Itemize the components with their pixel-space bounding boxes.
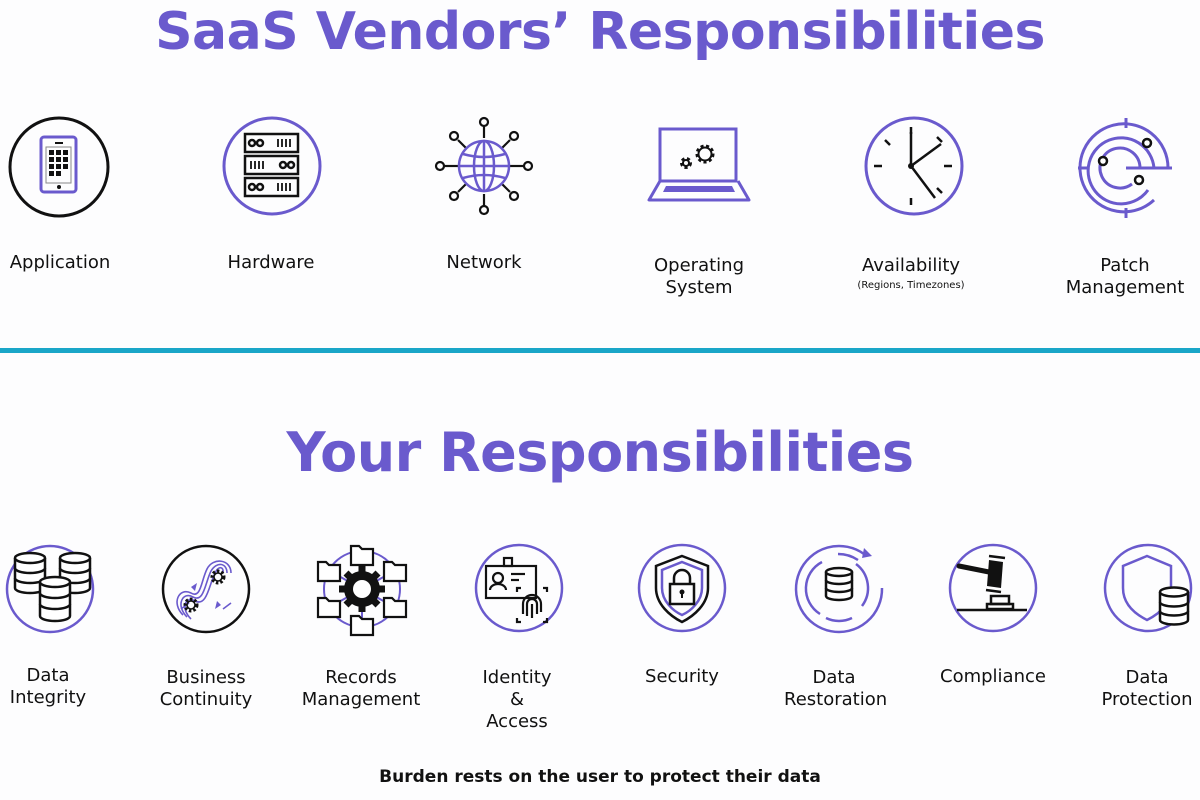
clock-icon xyxy=(863,116,965,223)
item-label: Data Integrity xyxy=(9,665,87,708)
item-label: Patch Management xyxy=(1065,255,1185,298)
databases-icon xyxy=(5,542,97,639)
vendor-item-operating-system: Operating System xyxy=(599,255,799,299)
item-label: Operating System xyxy=(654,255,744,298)
item-label: Network xyxy=(446,252,522,273)
user-item-data-protection: Data Protection xyxy=(1047,667,1200,711)
vendor-item-patch-management: Patch Management xyxy=(1025,255,1200,299)
item-label: Data Restoration xyxy=(784,667,888,710)
folders-gear-icon xyxy=(314,542,410,641)
globe-network-icon xyxy=(432,114,536,223)
item-label: Compliance xyxy=(940,666,1046,687)
server-rack-icon xyxy=(222,116,322,221)
vendor-item-application: Application xyxy=(0,252,160,274)
gavel-icon xyxy=(947,542,1039,639)
item-label: Availability xyxy=(861,255,961,276)
vendor-item-network: Network xyxy=(384,252,584,274)
vendor-item-hardware: Hardware xyxy=(171,252,371,274)
item-label: Records Management xyxy=(301,667,421,710)
radar-target-icon xyxy=(1074,114,1180,225)
item-label: Application xyxy=(9,252,111,273)
shield-database-icon xyxy=(1103,542,1197,639)
vendor-section-title: SaaS Vendors’ Responsibilities xyxy=(155,2,1045,62)
item-label: Security xyxy=(645,666,719,687)
item-label: Identity & Access xyxy=(482,667,552,732)
tablet-icon xyxy=(8,116,110,223)
user-section-title: Your Responsibilities xyxy=(286,421,914,484)
item-label: Business Continuity xyxy=(159,667,253,710)
id-fingerprint-icon xyxy=(473,542,565,639)
item-sublabel: (Regions, Timezones) xyxy=(857,280,965,291)
section-divider xyxy=(0,348,1200,353)
continuity-gears-icon xyxy=(161,543,251,640)
shield-lock-icon xyxy=(636,542,728,639)
item-label: Data Protection xyxy=(1101,667,1193,710)
database-restore-icon xyxy=(792,542,886,639)
item-label: Hardware xyxy=(227,252,315,273)
laptop-gears-icon xyxy=(646,126,752,211)
vendor-item-availability: Availability (Regions, Timezones) xyxy=(811,255,1011,293)
footer-note: Burden rests on the user to protect thei… xyxy=(379,767,821,787)
